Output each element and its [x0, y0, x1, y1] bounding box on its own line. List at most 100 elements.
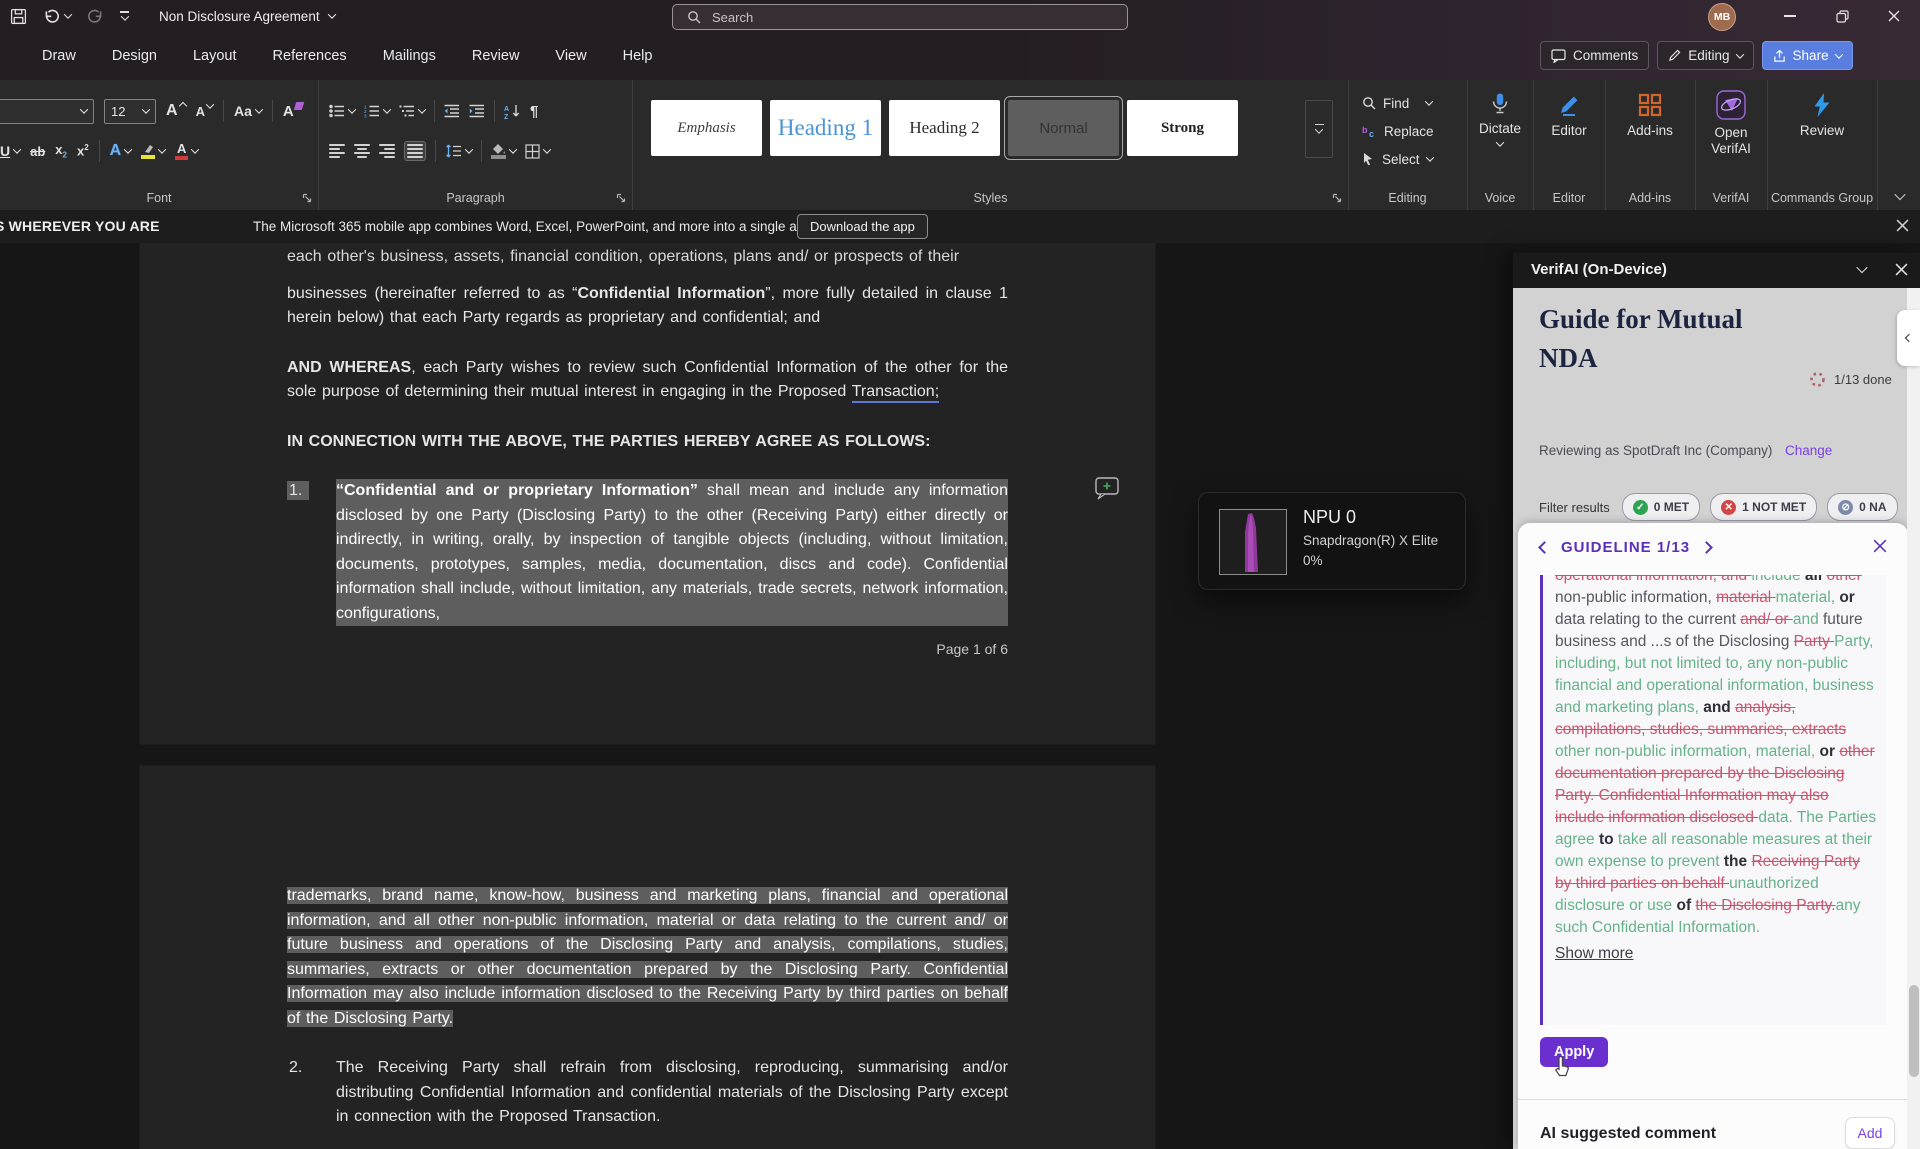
redline-segment-del: other: [1826, 575, 1861, 584]
font-name-combobox[interactable]: [0, 99, 94, 124]
guideline-prev-chevron[interactable]: [1538, 541, 1551, 554]
verifai-panel-title: VerifAI (On-Device): [1531, 261, 1667, 278]
tab-draw[interactable]: Draw: [42, 48, 76, 64]
shrink-font-button[interactable]: A: [196, 104, 213, 119]
line-spacing-button[interactable]: [445, 144, 472, 158]
panel-scrollbar-thumb[interactable]: [1909, 985, 1919, 1077]
share-button[interactable]: Share: [1762, 41, 1853, 70]
text-effects-button[interactable]: A: [110, 142, 132, 160]
document-canvas[interactable]: each other's business, assets, financial…: [0, 243, 1513, 1149]
close-button[interactable]: [1868, 0, 1920, 32]
addins-button[interactable]: Add-ins: [1605, 92, 1695, 138]
align-left-button[interactable]: [329, 144, 345, 158]
na-icon: ⊘: [1838, 500, 1853, 515]
style-heading-2[interactable]: Heading 2: [889, 100, 1000, 156]
undo-dropdown-chevron[interactable]: [64, 10, 72, 18]
redo-button[interactable]: [87, 8, 104, 25]
paragraph-dialog-launcher[interactable]: [616, 193, 626, 203]
filter-pill-notmet[interactable]: ✕1 NOT MET: [1710, 493, 1817, 521]
panel-collapse-chevron[interactable]: [1856, 262, 1867, 273]
font-dialog-launcher[interactable]: [302, 193, 312, 203]
bullets-button[interactable]: [329, 104, 355, 118]
increase-indent-button[interactable]: [469, 104, 485, 118]
title-dropdown-chevron[interactable]: [327, 10, 335, 18]
ribbon-collapse-chevron[interactable]: [1894, 189, 1905, 200]
style-heading-1[interactable]: Heading 1: [770, 100, 881, 156]
panel-collapse-tab[interactable]: [1897, 310, 1920, 366]
subscript-button[interactable]: x2: [55, 142, 67, 160]
editing-mode-button[interactable]: Editing: [1657, 41, 1753, 70]
styles-dialog-launcher[interactable]: [1332, 193, 1342, 203]
shading-button[interactable]: [491, 144, 516, 159]
comments-button[interactable]: Comments: [1540, 41, 1649, 70]
editor-button[interactable]: Editor: [1533, 92, 1605, 138]
tab-mailings[interactable]: Mailings: [383, 48, 436, 64]
show-more-link[interactable]: Show more: [1555, 945, 1633, 963]
tab-help[interactable]: Help: [623, 48, 653, 64]
change-case-button[interactable]: Aa: [234, 103, 262, 119]
style-strong[interactable]: Strong: [1127, 100, 1238, 156]
minimize-button[interactable]: [1764, 0, 1816, 32]
panel-close-icon[interactable]: [1895, 263, 1908, 276]
editor-group-label: Editor: [1533, 191, 1605, 205]
comment-icon: [1551, 49, 1566, 63]
guideline-close-icon[interactable]: [1873, 539, 1887, 553]
grow-font-button[interactable]: A: [166, 102, 186, 120]
sort-button[interactable]: AZ: [504, 104, 521, 119]
tab-design[interactable]: Design: [112, 48, 157, 64]
strikethrough-button[interactable]: ab: [30, 144, 45, 159]
align-right-button[interactable]: [379, 144, 395, 158]
tab-view[interactable]: View: [555, 48, 586, 64]
styles-gallery-more-button[interactable]: [1305, 100, 1333, 158]
restore-button[interactable]: [1816, 0, 1868, 32]
clear-formatting-button[interactable]: A: [283, 103, 303, 120]
numbering-button[interactable]: 123: [364, 104, 390, 118]
download-app-button[interactable]: Download the app: [797, 214, 928, 239]
replace-button[interactable]: bc Replace: [1362, 118, 1434, 144]
justify-button[interactable]: [404, 141, 426, 161]
font-size-combobox[interactable]: 12: [104, 99, 156, 124]
superscript-button[interactable]: x2: [77, 143, 89, 158]
change-link[interactable]: Change: [1785, 443, 1832, 458]
font-color-button[interactable]: A: [175, 143, 198, 160]
style-emphasis[interactable]: Emphasis: [651, 100, 762, 156]
borders-button[interactable]: [525, 144, 550, 159]
undo-button[interactable]: [43, 8, 71, 25]
doc-paragraph-businesses: businesses (hereinafter referred to as “…: [287, 282, 1008, 331]
svg-text:3: 3: [364, 114, 367, 118]
decrease-indent-button[interactable]: [444, 104, 460, 118]
open-verifai-button[interactable]: Open VerifAI: [1695, 90, 1767, 157]
save-icon[interactable]: [10, 8, 27, 25]
redline-segment-dark: of: [1676, 897, 1695, 914]
avatar[interactable]: MB: [1708, 3, 1736, 31]
find-button[interactable]: Find: [1362, 90, 1432, 116]
filter-pill-met[interactable]: ✓0 MET: [1622, 493, 1700, 521]
microphone-icon: [1488, 92, 1512, 116]
align-center-button[interactable]: [354, 144, 370, 158]
review-command-button[interactable]: Review: [1767, 92, 1877, 138]
voice-group-label: Voice: [1467, 191, 1533, 205]
share-icon: [1773, 49, 1786, 63]
guideline-next-chevron[interactable]: [1700, 541, 1713, 554]
show-formatting-marks-button[interactable]: ¶: [530, 103, 538, 120]
document-title[interactable]: Non Disclosure Agreement: [159, 9, 335, 24]
add-comment-button[interactable]: Add: [1845, 1117, 1895, 1149]
search-input[interactable]: Search: [672, 4, 1128, 30]
select-button[interactable]: Select: [1362, 146, 1433, 172]
svg-text:Z: Z: [504, 114, 509, 119]
top-actions: Comments Editing Share: [1540, 42, 1853, 69]
filter-pill-na[interactable]: ⊘0 NA: [1827, 493, 1897, 521]
multilevel-list-button[interactable]: [399, 104, 425, 118]
document-page-1[interactable]: each other's business, assets, financial…: [140, 243, 1155, 744]
tab-review[interactable]: Review: [472, 48, 520, 64]
tab-references[interactable]: References: [273, 48, 347, 64]
tab-layout[interactable]: Layout: [193, 48, 237, 64]
text-highlight-button[interactable]: [141, 144, 165, 159]
customize-qat-icon[interactable]: [120, 11, 129, 21]
underline-button[interactable]: U: [0, 143, 20, 159]
style-normal[interactable]: Normal: [1008, 100, 1119, 156]
banner-close-icon[interactable]: [1896, 219, 1909, 232]
add-comment-icon[interactable]: [1092, 477, 1119, 501]
document-page-2[interactable]: trademarks, brand name, know-how, busine…: [140, 766, 1155, 1149]
dictate-button[interactable]: Dictate: [1467, 92, 1533, 147]
